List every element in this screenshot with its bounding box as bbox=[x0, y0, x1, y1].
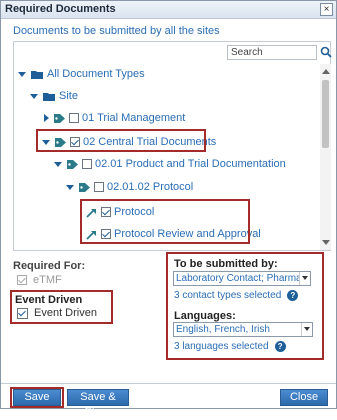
etmf-checkbox-row: eTMF bbox=[17, 274, 62, 286]
dialog-title: Required Documents bbox=[5, 3, 116, 15]
tree-node-label: All Document Types bbox=[47, 68, 145, 80]
languages-label: Languages: bbox=[174, 310, 236, 322]
highlight-box bbox=[36, 129, 206, 152]
node-checkbox[interactable] bbox=[94, 182, 104, 192]
close-button[interactable]: Close bbox=[280, 389, 328, 406]
search-icon[interactable] bbox=[320, 46, 332, 58]
folder-icon bbox=[43, 92, 55, 101]
tree-node-protocol-folder[interactable]: 02.01.02 Protocol bbox=[66, 179, 193, 195]
event-driven-checkbox-row[interactable]: Event Driven bbox=[17, 307, 97, 319]
expand-caret-icon[interactable] bbox=[54, 161, 62, 167]
tree-node-trial-management[interactable]: 01 Trial Management bbox=[42, 110, 185, 126]
tree-node-all-document-types[interactable]: All Document Types bbox=[18, 66, 145, 82]
tag-icon bbox=[54, 113, 65, 123]
contact-types-value: Laboratory Contact; Pharmacist bbox=[176, 273, 311, 284]
section-heading: Documents to be submitted by all the sit… bbox=[13, 25, 220, 37]
tag-icon bbox=[67, 159, 78, 169]
save-close-button[interactable]: Save & Close bbox=[67, 389, 129, 418]
tree-node-label: 02.01 Product and Trial Documentation bbox=[95, 158, 286, 170]
contact-types-select[interactable]: Laboratory Contact; Pharmacist bbox=[173, 271, 311, 286]
required-documents-dialog: Required Documents × Documents to be sub… bbox=[0, 0, 337, 418]
event-driven-label: Event Driven bbox=[15, 294, 83, 306]
tree-node-product-trial-documentation[interactable]: 02.01 Product and Trial Documentation bbox=[54, 156, 286, 172]
event-driven-checkbox[interactable] bbox=[17, 307, 28, 319]
help-icon[interactable]: ? bbox=[287, 290, 299, 301]
close-icon[interactable]: × bbox=[320, 3, 333, 16]
tree-node-label: 01 Trial Management bbox=[82, 112, 186, 124]
highlight-box bbox=[80, 199, 250, 244]
expand-caret-icon[interactable] bbox=[18, 71, 26, 77]
tree-scrollbar[interactable] bbox=[320, 64, 331, 250]
collapse-caret-icon[interactable] bbox=[44, 114, 49, 122]
highlight-box bbox=[10, 387, 64, 408]
chevron-down-icon[interactable] bbox=[299, 272, 310, 285]
languages-value: English, French, Irish bbox=[176, 324, 270, 335]
etmf-checkbox bbox=[17, 275, 27, 285]
contact-types-summary-text: 3 contact types selected bbox=[174, 290, 282, 301]
scroll-up-icon[interactable] bbox=[322, 69, 330, 74]
title-bar: Required Documents × bbox=[1, 1, 336, 19]
languages-summary-text: 3 languages selected bbox=[174, 341, 269, 352]
document-tree-panel: All Document Types Site 01 Trial Managem… bbox=[13, 41, 332, 251]
etmf-label: eTMF bbox=[33, 274, 62, 286]
to-be-submitted-label: To be submitted by: bbox=[174, 258, 278, 270]
node-checkbox[interactable] bbox=[82, 159, 92, 169]
tree-node-site[interactable]: Site bbox=[30, 88, 78, 104]
folder-icon bbox=[31, 70, 43, 79]
scroll-thumb[interactable] bbox=[322, 80, 329, 148]
scroll-down-icon[interactable] bbox=[322, 240, 330, 245]
tree-node-label: 02.01.02 Protocol bbox=[107, 181, 194, 193]
help-icon[interactable]: ? bbox=[274, 341, 286, 352]
event-driven-option: Event Driven bbox=[34, 307, 97, 319]
search-input[interactable] bbox=[227, 45, 317, 60]
expand-caret-icon[interactable] bbox=[30, 93, 38, 99]
tree-node-label: Site bbox=[59, 90, 78, 102]
dialog-footer: Save Save & Close Close bbox=[1, 383, 336, 418]
languages-summary[interactable]: 3 languages selected ? bbox=[174, 341, 286, 352]
expand-caret-icon[interactable] bbox=[66, 184, 74, 190]
chevron-down-icon[interactable] bbox=[301, 323, 312, 336]
node-checkbox[interactable] bbox=[69, 113, 79, 123]
languages-select[interactable]: English, French, Irish bbox=[173, 322, 313, 337]
required-for-label: Required For: bbox=[13, 260, 86, 272]
contact-types-summary[interactable]: 3 contact types selected ? bbox=[174, 290, 299, 301]
tag-icon bbox=[79, 182, 90, 192]
